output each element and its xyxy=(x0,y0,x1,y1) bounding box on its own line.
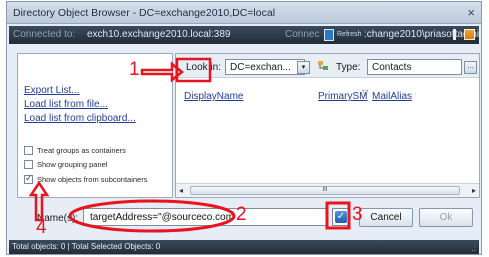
filter-toolbar: Look in: DC=exchan... ▾ Type: Contacts .… xyxy=(176,54,479,78)
connected-as-label: Connec xyxy=(285,29,320,40)
refresh-icon[interactable] xyxy=(324,29,334,41)
sort-indicator-icon: ▽ xyxy=(362,88,369,97)
scroll-left-icon[interactable]: ◂ xyxy=(179,186,183,195)
status-bar: Total objects: 0 | Total Selected Object… xyxy=(9,240,479,254)
type-value: Contacts xyxy=(372,62,412,73)
load-from-file-link[interactable]: Load list from file... xyxy=(24,99,108,110)
check-names-icon: ✓ xyxy=(335,211,347,223)
ok-button[interactable]: Ok xyxy=(419,208,473,227)
grid-menu-icon[interactable] xyxy=(464,29,475,40)
treat-groups-option[interactable]: Treat groups as containers xyxy=(24,145,126,158)
title-bar: Directory Object Browser - DC=exchange20… xyxy=(7,2,481,24)
status-text: Total objects: 0 | Total Selected Object… xyxy=(12,242,161,251)
resize-grip-icon[interactable]: .: xyxy=(472,242,476,256)
show-grouping-option[interactable]: Show grouping panel xyxy=(24,159,108,172)
names-input[interactable] xyxy=(83,208,327,226)
annotation-label-3: 3 xyxy=(352,204,363,225)
type-label: Type: xyxy=(336,62,361,73)
scroll-thumb[interactable]: III xyxy=(190,186,460,195)
show-subcontainers-option[interactable]: Show objects from subcontainers xyxy=(24,173,148,187)
look-in-label: Look in: xyxy=(186,62,222,73)
annotation-label-2: 2 xyxy=(236,204,247,225)
load-from-clipboard-link[interactable]: Load list from clipboard... xyxy=(24,113,136,124)
connection-bar: Connected to: exch10.exchange2010.local:… xyxy=(9,26,479,44)
export-list-link[interactable]: Export List... xyxy=(24,85,80,96)
close-icon[interactable]: × xyxy=(467,5,475,20)
type-field[interactable]: Contacts xyxy=(367,59,462,75)
column-primarysmtp[interactable]: PrimarySM xyxy=(318,91,367,102)
horizontal-scrollbar[interactable]: ◂ III ▸ xyxy=(176,183,479,197)
look-in-value: DC=exchan... xyxy=(230,62,291,73)
column-mailalias[interactable]: MailAlias xyxy=(372,91,412,102)
directory-tree-icon[interactable] xyxy=(317,60,329,72)
look-in-field[interactable]: DC=exchan... xyxy=(225,59,305,75)
scroll-right-icon[interactable]: ▸ xyxy=(472,186,476,195)
cancel-button[interactable]: Cancel xyxy=(359,208,413,227)
show-subcontainers-label: Show objects from subcontainers xyxy=(37,175,148,184)
column-displayname[interactable]: DisplayName xyxy=(184,91,243,102)
treat-groups-checkbox[interactable] xyxy=(24,145,33,155)
results-panel: Look in: DC=exchan... ▾ Type: Contacts .… xyxy=(175,53,480,198)
left-panel: Export List... Load list from file... Lo… xyxy=(17,53,173,198)
look-in-dropdown-button[interactable]: ▾ xyxy=(297,61,310,74)
type-browse-button[interactable]: ... xyxy=(464,61,477,74)
account-name: :change2010\priasoftadmin xyxy=(364,29,479,40)
show-grouping-label: Show grouping panel xyxy=(37,160,108,169)
show-grouping-checkbox[interactable] xyxy=(24,159,33,169)
server-address: exch10.exchange2010.local:389 xyxy=(87,29,231,40)
connected-to-label: Connected to: xyxy=(13,29,76,40)
refresh-label[interactable]: Refresh xyxy=(337,31,362,38)
annotation-label-1: 1 xyxy=(129,59,140,80)
window-title: Directory Object Browser - DC=exchange20… xyxy=(13,7,276,19)
treat-groups-label: Treat groups as containers xyxy=(37,146,126,155)
annotation-label-4: 4 xyxy=(36,217,47,238)
show-subcontainers-checkbox[interactable] xyxy=(24,173,33,184)
separator-icon xyxy=(453,29,456,40)
check-names-button[interactable]: ✓ xyxy=(332,208,350,226)
